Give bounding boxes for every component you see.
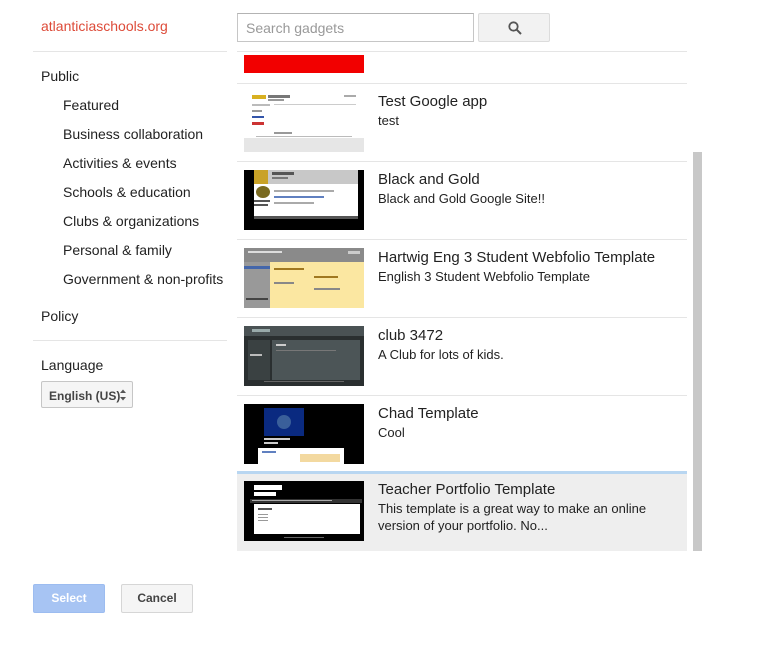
nav-personal-family[interactable]: Personal & family	[63, 242, 172, 258]
nav-schools-education[interactable]: Schools & education	[63, 184, 191, 200]
template-description: A Club for lots of kids.	[378, 347, 504, 362]
template-thumbnail	[244, 481, 364, 541]
template-item-teacher-portfolio[interactable]: Teacher Portfolio Template This template…	[237, 471, 687, 551]
template-item-black-and-gold[interactable]: Black and Gold Black and Gold Google Sit…	[237, 161, 687, 238]
template-thumbnail	[244, 248, 364, 308]
template-thumbnail	[244, 404, 364, 464]
template-thumbnail	[244, 326, 364, 386]
nav-featured[interactable]: Featured	[63, 97, 119, 113]
search-button[interactable]	[478, 13, 550, 42]
search-input[interactable]	[237, 13, 474, 42]
nav-clubs-organizations[interactable]: Clubs & organizations	[63, 213, 199, 229]
template-title: club 3472	[378, 327, 444, 344]
language-label: Language	[41, 357, 104, 373]
domain-name: atlanticiaschools.org	[41, 18, 168, 34]
template-description: Black and Gold Google Site!!	[378, 191, 545, 206]
template-thumbnail-partial	[244, 55, 364, 73]
search-icon	[508, 21, 522, 35]
template-description: English 3 Student Webfolio Template	[378, 269, 590, 284]
template-title: Black and Gold	[378, 171, 480, 188]
language-select[interactable]: English (US)	[41, 381, 133, 408]
template-title: Hartwig Eng 3 Student Webfolio Template	[378, 249, 656, 266]
template-description: Cool	[378, 425, 405, 440]
template-thumbnail	[244, 170, 364, 230]
template-description: This template is a great way to make an …	[378, 501, 647, 533]
list-scrollbar[interactable]	[693, 152, 702, 551]
nav-government-nonprofits[interactable]: Government & non-profits	[63, 271, 223, 287]
language-value: English (US)	[49, 389, 121, 403]
divider	[33, 51, 227, 52]
nav-activities-events[interactable]: Activities & events	[63, 155, 177, 171]
divider	[33, 340, 227, 341]
template-list[interactable]: Test Google app test Black and Gold Blac…	[237, 51, 687, 551]
template-description: test	[378, 113, 399, 128]
cancel-button[interactable]: Cancel	[121, 584, 193, 613]
template-item-hartwig-eng-3[interactable]: Hartwig Eng 3 Student Webfolio Template …	[237, 239, 687, 316]
template-title: Chad Template	[378, 405, 479, 422]
select-button[interactable]: Select	[33, 584, 105, 613]
nav-business-collaboration[interactable]: Business collaboration	[63, 126, 203, 142]
template-title: Teacher Portfolio Template	[378, 481, 556, 498]
divider	[237, 51, 687, 52]
template-item-club-3472[interactable]: club 3472 A Club for lots of kids.	[237, 317, 687, 394]
nav-policy[interactable]: Policy	[41, 308, 78, 324]
template-item-test-google-app[interactable]: Test Google app test	[237, 83, 687, 160]
select-arrows-icon	[120, 389, 126, 401]
template-title: Test Google app	[378, 93, 488, 110]
template-thumbnail	[244, 92, 364, 152]
template-item-chad-template[interactable]: Chad Template Cool	[237, 395, 687, 472]
nav-public[interactable]: Public	[41, 68, 79, 84]
